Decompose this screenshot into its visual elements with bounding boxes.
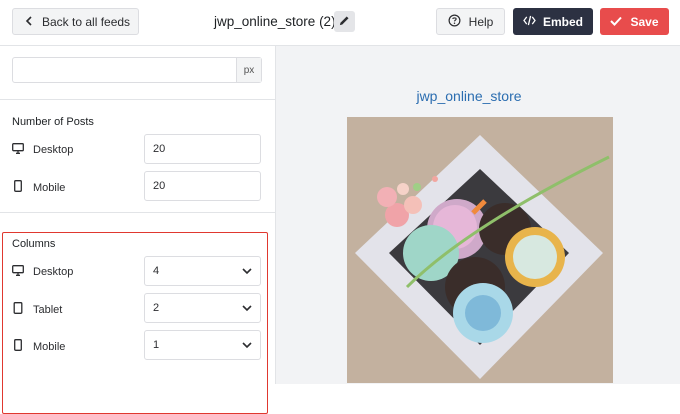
back-label: Back to all feeds — [42, 14, 131, 29]
columns-highlight-box — [2, 232, 268, 414]
pencil-icon — [339, 13, 350, 31]
chevron-left-icon — [25, 15, 33, 29]
number-of-posts-heading: Number of Posts — [12, 116, 94, 128]
embed-button[interactable]: Embed — [513, 8, 593, 35]
top-bar: Back to all feeds jwp_online_store (2) H… — [0, 0, 680, 46]
back-to-feeds-button[interactable]: Back to all feeds — [12, 8, 139, 35]
divider — [0, 99, 275, 100]
desktop-icon — [12, 143, 24, 157]
embed-label: Embed — [542, 14, 583, 29]
feed-preview: jwp_online_store — [276, 46, 680, 384]
check-icon — [610, 15, 623, 29]
feed-post-image[interactable] — [347, 117, 613, 383]
save-label: Save — [630, 14, 659, 29]
help-button[interactable]: Help — [436, 8, 505, 35]
help-circle-icon — [448, 14, 461, 30]
code-icon — [523, 15, 536, 29]
width-input[interactable]: px — [12, 57, 262, 83]
posts-mobile-input[interactable]: 20 — [144, 171, 261, 201]
edit-title-button[interactable] — [334, 11, 355, 32]
save-button[interactable]: Save — [600, 8, 669, 35]
divider — [0, 212, 275, 213]
account-name[interactable]: jwp_online_store — [276, 88, 662, 104]
px-unit-label: px — [236, 58, 261, 82]
settings-sidebar: px Number of Posts Desktop 20 Mobile 20 … — [0, 46, 276, 414]
posts-desktop-label: Desktop — [12, 143, 73, 157]
help-label: Help — [468, 14, 494, 29]
posts-desktop-input[interactable]: 20 — [144, 134, 261, 164]
feed-title: jwp_online_store (2) — [214, 14, 336, 29]
mobile-icon — [12, 180, 24, 195]
posts-mobile-label: Mobile — [12, 180, 65, 195]
